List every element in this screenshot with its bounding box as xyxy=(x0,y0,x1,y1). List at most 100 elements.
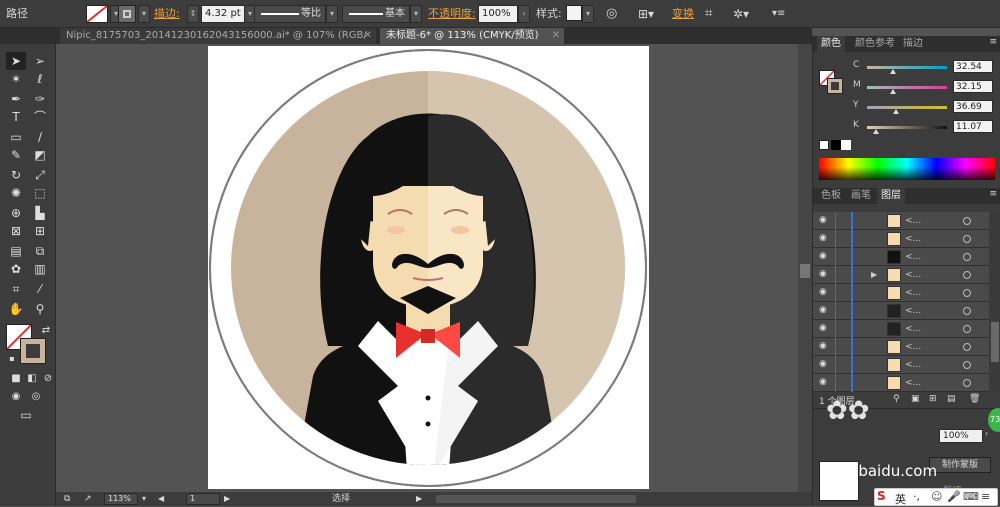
draw-behind-icon[interactable]: ◎ xyxy=(26,388,46,406)
delete-layer-icon[interactable]: 🗑 xyxy=(969,394,980,404)
visibility-eye-icon[interactable]: ◉ xyxy=(819,270,831,279)
layer-name[interactable]: <... xyxy=(905,374,921,392)
mesh-tool-icon[interactable]: ⊞ xyxy=(30,222,50,240)
slider-cyan[interactable]: C 32.54 xyxy=(853,60,998,74)
slider-thumb[interactable] xyxy=(889,89,896,94)
visibility-eye-icon[interactable]: ◉ xyxy=(819,360,831,369)
brush-definition[interactable]: 基本 xyxy=(342,5,410,23)
none-swatch[interactable] xyxy=(819,140,829,150)
lock-toggle[interactable] xyxy=(835,320,845,338)
visibility-eye-icon[interactable]: ◉ xyxy=(819,324,831,333)
none-mode-icon[interactable]: ⊘ xyxy=(38,370,58,388)
panel-menu-icon[interactable]: ≡ xyxy=(989,189,997,199)
lock-toggle[interactable] xyxy=(835,266,845,284)
close-icon[interactable]: ✕ xyxy=(364,28,372,44)
lock-toggle[interactable] xyxy=(835,230,845,248)
layer-row[interactable]: ◉ <... xyxy=(813,212,989,230)
stroke-swatch[interactable] xyxy=(118,5,136,23)
layer-name[interactable]: <... xyxy=(905,248,921,266)
visibility-eye-icon[interactable]: ◉ xyxy=(819,252,831,261)
lock-toggle[interactable] xyxy=(835,356,845,374)
curvature-tool-icon[interactable]: ✑ xyxy=(30,90,50,108)
artboard-tool-icon[interactable]: ⌗ xyxy=(6,280,26,298)
tab-swatches[interactable]: 色板 xyxy=(817,188,845,204)
target-circle-icon[interactable] xyxy=(963,361,971,369)
selection-tool-icon[interactable]: ➤ xyxy=(6,52,26,70)
type-tool-icon[interactable]: T xyxy=(6,108,26,126)
color-stroke-swatch[interactable] xyxy=(827,78,843,94)
layer-row[interactable]: ◉ <... xyxy=(813,248,989,266)
target-circle-icon[interactable] xyxy=(963,325,971,333)
slider-track[interactable] xyxy=(867,106,947,114)
panel-menu-icon[interactable]: ≡ xyxy=(989,37,997,47)
horizontal-scrollbar[interactable] xyxy=(436,495,636,503)
options-icon[interactable]: ✲▾ xyxy=(733,5,749,23)
fill-swatch[interactable] xyxy=(86,5,108,23)
lock-toggle[interactable] xyxy=(835,302,845,320)
black-swatch[interactable] xyxy=(831,140,841,150)
target-circle-icon[interactable] xyxy=(963,307,971,315)
stroke-dropdown[interactable]: ▾ xyxy=(138,5,150,23)
zoom-input[interactable]: 113% xyxy=(104,493,138,505)
expand-arrow-icon[interactable]: ▶ xyxy=(871,266,877,284)
transform-link[interactable]: 变换 xyxy=(672,5,694,23)
slider-magenta[interactable]: M 32.15 xyxy=(853,80,998,94)
visibility-eye-icon[interactable]: ◉ xyxy=(819,234,831,243)
tab-document-1[interactable]: Nipic_8175703_20141230162043156000.ai* @… xyxy=(60,28,376,57)
eraser-tool-icon[interactable]: ◩ xyxy=(30,146,50,164)
artboard-number-input[interactable]: 1 xyxy=(186,493,220,505)
lock-toggle[interactable] xyxy=(835,212,845,230)
stroke-weight-input[interactable]: 4.32 pt xyxy=(201,5,245,23)
visibility-eye-icon[interactable]: ◉ xyxy=(819,342,831,351)
lock-toggle[interactable] xyxy=(835,374,845,392)
magenta-value-input[interactable]: 32.15 xyxy=(953,80,993,93)
slider-thumb[interactable] xyxy=(872,129,879,134)
new-layer-icon[interactable]: ▤ xyxy=(947,394,956,404)
layer-row[interactable]: ◉ <... xyxy=(813,374,989,392)
target-circle-icon[interactable] xyxy=(963,289,971,297)
status-menu-icon[interactable]: ▶ xyxy=(416,492,422,506)
ime-punctuation-icon[interactable]: ·, xyxy=(913,490,920,503)
swap-colors-icon[interactable]: ⇄ xyxy=(36,322,56,340)
align-icon[interactable]: ⊞▾ xyxy=(638,5,654,23)
recolor-icon[interactable]: ◎ xyxy=(606,5,617,23)
tab-color-guide[interactable]: 颜色参考 xyxy=(851,36,899,52)
visibility-eye-icon[interactable]: ◉ xyxy=(819,288,831,297)
make-clipping-mask-icon[interactable]: ▣ xyxy=(911,394,920,404)
layer-list-scrollbar[interactable] xyxy=(989,212,1000,392)
ime-emoji-icon[interactable]: ☺ xyxy=(931,490,942,503)
black-value-input[interactable]: 11.07 xyxy=(953,120,993,133)
make-mask-button[interactable]: 制作蒙版 xyxy=(929,457,991,473)
zoom-tool-icon[interactable]: ⚲ xyxy=(30,300,50,318)
brush-dropdown[interactable]: ▾ xyxy=(410,5,422,23)
target-circle-icon[interactable] xyxy=(963,253,971,261)
ime-keyboard-icon[interactable]: ⌨ xyxy=(963,490,979,503)
slider-track[interactable] xyxy=(867,86,947,94)
layer-row[interactable]: ◉ <... xyxy=(813,284,989,302)
style-dropdown[interactable]: ▾ xyxy=(582,5,594,23)
blend-tool-icon[interactable]: ⧉ xyxy=(30,242,50,260)
layer-name[interactable]: <... xyxy=(905,230,921,248)
lasso-tool-icon[interactable]: ℓ xyxy=(30,70,50,88)
target-circle-icon[interactable] xyxy=(963,271,971,279)
layer-name[interactable]: <... xyxy=(905,284,921,302)
symbol-sprayer-tool-icon[interactable]: ✿ xyxy=(6,260,26,278)
tab-document-2[interactable]: 未标题-6* @ 113% (CMYK/预览) ✕ xyxy=(380,28,564,44)
new-sublayer-icon[interactable]: ⊞ xyxy=(929,394,937,404)
layer-row[interactable]: ◉ <... xyxy=(813,338,989,356)
layer-name[interactable]: <... xyxy=(905,320,921,338)
slider-yellow[interactable]: Y 36.69 xyxy=(853,100,998,114)
ime-voice-icon[interactable]: 🎤 xyxy=(947,490,961,503)
slice-tool-icon[interactable]: ⁄ xyxy=(30,280,50,298)
scroll-thumb[interactable] xyxy=(991,322,999,362)
warp-tool-icon[interactable]: ✺ xyxy=(6,184,26,202)
free-transform-tool-icon[interactable]: ⬚ xyxy=(30,184,50,202)
white-swatch[interactable] xyxy=(841,140,851,150)
rotate-tool-icon[interactable]: ↻ xyxy=(6,166,26,184)
slider-track[interactable] xyxy=(867,126,947,134)
locate-object-icon[interactable]: ⚲ xyxy=(893,394,900,404)
color-spectrum[interactable] xyxy=(819,158,995,180)
visibility-eye-icon[interactable]: ◉ xyxy=(819,216,831,225)
opacity-label[interactable]: 不透明度: xyxy=(428,5,476,23)
panel-menu-icon[interactable]: ▾≡ xyxy=(772,5,785,23)
